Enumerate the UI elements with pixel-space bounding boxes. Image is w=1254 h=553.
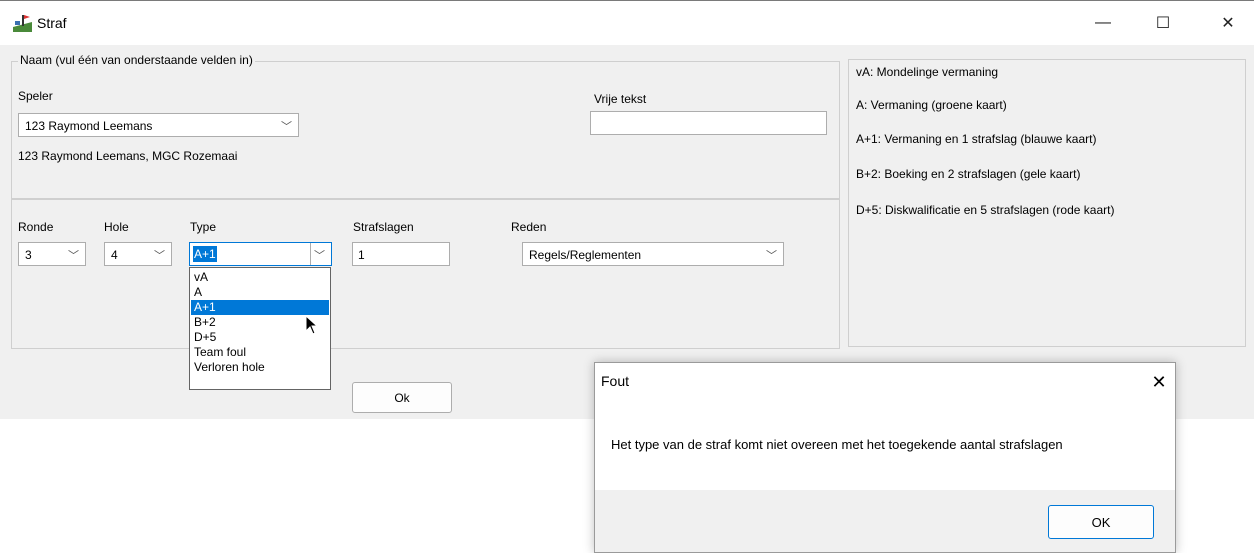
dialog-ok-button[interactable]: OK: [1048, 505, 1154, 539]
chevron-down-icon: ﹀: [281, 121, 292, 133]
ronde-combobox[interactable]: 3 ﹀: [18, 242, 86, 266]
legend-line: A+1: Vermaning en 1 strafslag (blauwe ka…: [856, 132, 1097, 146]
chevron-down-icon: ﹀: [154, 250, 165, 262]
close-icon: ✕: [1151, 371, 1167, 392]
ronde-label: Ronde: [18, 220, 54, 234]
type-option[interactable]: vA: [191, 270, 329, 285]
vrije-tekst-field[interactable]: [590, 111, 827, 135]
strafslagen-value: 1: [358, 248, 365, 262]
title-bar: Straf — ☐ ✕: [0, 1, 1254, 45]
legend-line: D+5: Diskwalificatie en 5 strafslagen (r…: [856, 203, 1115, 217]
ok-button-label: Ok: [394, 390, 410, 405]
type-option[interactable]: A: [191, 285, 329, 300]
strafslagen-label: Strafslagen: [353, 220, 414, 234]
details-group: [11, 199, 840, 349]
close-button[interactable]: ✕: [1205, 1, 1251, 45]
maximize-button[interactable]: ☐: [1140, 1, 1186, 45]
minimize-button[interactable]: —: [1080, 1, 1126, 45]
chevron-down-icon: ﹀: [314, 250, 325, 262]
window-title: Straf: [37, 15, 67, 31]
chevron-down-icon: ﹀: [68, 250, 79, 262]
dialog-ok-label: OK: [1091, 514, 1111, 530]
dialog-title: Fout: [601, 373, 630, 389]
strafslagen-field[interactable]: 1: [352, 242, 450, 266]
name-group-legend: Naam (vul één van onderstaande velden in…: [18, 53, 255, 67]
type-option[interactable]: Verloren hole: [191, 360, 329, 375]
dialog-message: Het type van de straf komt niet overeen …: [611, 437, 1063, 452]
close-icon: ✕: [1221, 15, 1235, 32]
main-window: Straf — ☐ ✕ Naam (vul één van onderstaan…: [0, 0, 1254, 419]
speler-combobox[interactable]: 123 Raymond Leemans ﹀: [18, 113, 299, 137]
combo-divider: [310, 243, 311, 265]
legend-line: vA: Mondelinge vermaning: [856, 65, 999, 79]
type-label: Type: [190, 220, 217, 234]
type-combobox[interactable]: A+1 ﹀: [189, 242, 332, 266]
ok-button[interactable]: Ok: [352, 382, 452, 413]
type-value: A+1: [193, 246, 217, 262]
speler-info: 123 Raymond Leemans, MGC Rozemaai: [18, 149, 238, 163]
legend-line: B+2: Boeking en 2 strafslagen (gele kaar…: [856, 167, 1081, 181]
hole-label: Hole: [104, 220, 129, 234]
speler-label: Speler: [18, 89, 53, 103]
maximize-icon: ☐: [1155, 15, 1171, 32]
speler-value: 123 Raymond Leemans: [25, 119, 153, 133]
reden-label: Reden: [511, 220, 547, 234]
legend-panel: vA: Mondelinge vermaning A: Vermaning (g…: [848, 59, 1246, 347]
error-dialog: Fout ✕ Het type van de straf komt niet o…: [594, 362, 1176, 553]
hole-combobox[interactable]: 4 ﹀: [104, 242, 172, 266]
hole-value: 4: [111, 248, 118, 262]
app-icon: [13, 13, 32, 32]
reden-value: Regels/Reglementen: [529, 248, 642, 262]
type-option[interactable]: Team foul: [191, 345, 329, 360]
minimize-icon: —: [1095, 14, 1111, 31]
ronde-value: 3: [25, 248, 32, 262]
dialog-close-button[interactable]: ✕: [1144, 367, 1174, 397]
mouse-cursor-icon: [305, 315, 319, 335]
chevron-down-icon: ﹀: [766, 250, 777, 262]
vrije-tekst-label: Vrije tekst: [594, 92, 647, 106]
legend-line: A: Vermaning (groene kaart): [856, 98, 1007, 112]
type-option-selected[interactable]: A+1: [191, 300, 329, 315]
reden-combobox[interactable]: Regels/Reglementen ﹀: [522, 242, 784, 266]
